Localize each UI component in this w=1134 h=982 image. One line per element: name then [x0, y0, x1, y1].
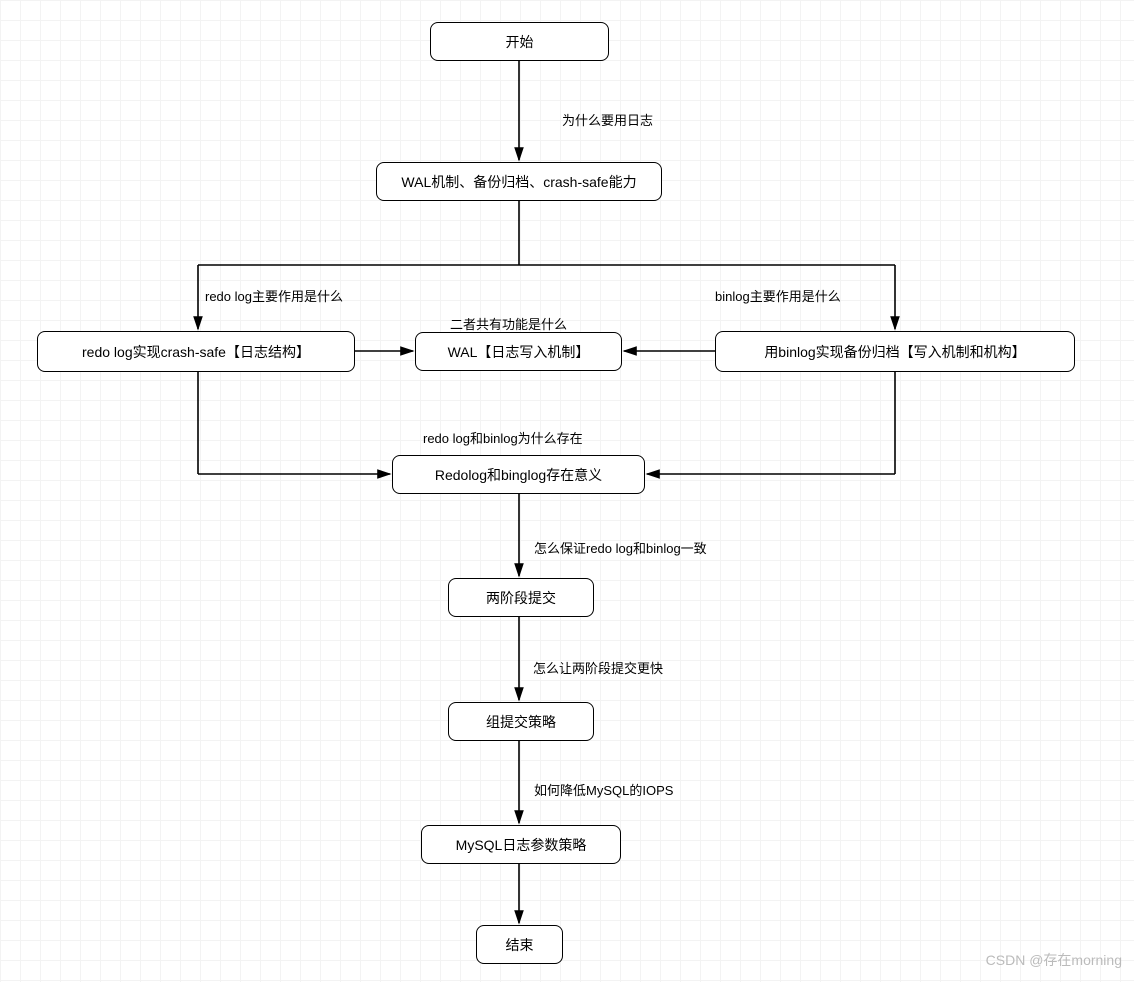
- label-consistency: 怎么保证redo log和binlog一致: [534, 538, 707, 557]
- node-end: 结束: [476, 925, 563, 964]
- node-mysql-params: MySQL日志参数策略: [421, 825, 621, 864]
- node-group-commit: 组提交策略: [448, 702, 594, 741]
- watermark: CSDN @存在morning: [986, 950, 1122, 970]
- node-start: 开始: [430, 22, 609, 61]
- label-faster-2pc: 怎么让两阶段提交更快: [533, 658, 663, 677]
- label-why-exist: redo log和binlog为什么存在: [423, 428, 583, 447]
- label-why-log: 为什么要用日志: [562, 110, 653, 129]
- node-exist-meaning: Redolog和binglog存在意义: [392, 455, 645, 494]
- node-wal-backup: WAL机制、备份归档、crash-safe能力: [376, 162, 662, 201]
- node-wal-write: WAL【日志写入机制】: [415, 332, 622, 371]
- label-binlog-role: binlog主要作用是什么: [715, 286, 841, 305]
- node-two-phase: 两阶段提交: [448, 578, 594, 617]
- node-redo-crash: redo log实现crash-safe【日志结构】: [37, 331, 355, 372]
- label-common-func: 二者共有功能是什么: [450, 314, 567, 333]
- node-binlog-backup: 用binlog实现备份归档【写入机制和机构】: [715, 331, 1075, 372]
- label-redo-role: redo log主要作用是什么: [205, 286, 343, 305]
- label-lower-iops: 如何降低MySQL的IOPS: [534, 780, 673, 799]
